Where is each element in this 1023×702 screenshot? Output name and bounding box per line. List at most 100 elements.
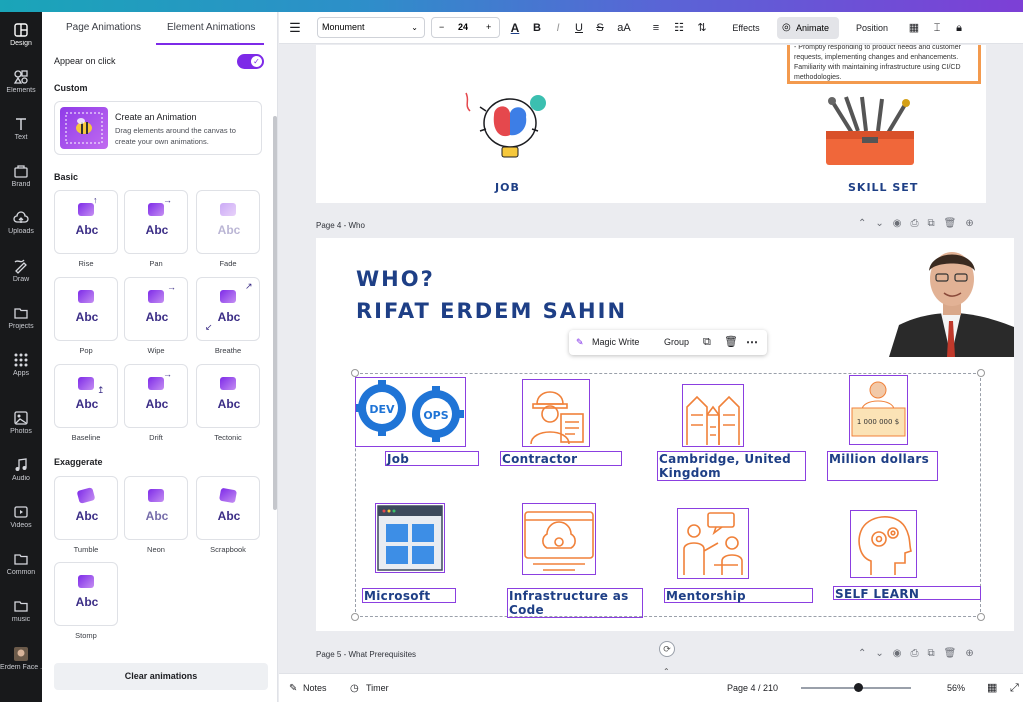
anim-pan[interactable]: → Abc <box>124 190 188 254</box>
check-cheque-icon: 1 000 000 $ <box>851 381 906 437</box>
refresh-icon[interactable]: ⟳ <box>659 641 675 657</box>
duplicate-icon[interactable]: ⧉ <box>703 330 711 355</box>
fullscreen-icon[interactable]: ⤢ <box>1010 674 1019 702</box>
trash-icon[interactable]: 🗑︎ <box>724 330 738 355</box>
rail-draw[interactable]: Draw <box>0 258 42 283</box>
paint-roller-icon[interactable]: ⌶ <box>930 18 944 38</box>
rail-design[interactable]: Design <box>0 22 42 47</box>
label-cambridge[interactable]: Cambridge, United Kingdom <box>657 451 806 481</box>
anim-wipe[interactable]: → Abc <box>124 277 188 341</box>
animate-button[interactable]: ◎ Animate <box>777 17 839 39</box>
rail-brand[interactable]: Brand <box>0 163 42 188</box>
devops-image[interactable]: DEV OPS <box>355 377 466 447</box>
rail-projects[interactable]: Projects <box>0 305 42 330</box>
rail-photos[interactable]: Photos <box>0 410 42 435</box>
cambridge-image[interactable] <box>682 384 744 447</box>
tab-page-animations[interactable]: Page Animations <box>66 22 141 33</box>
page-tools[interactable]: ⌃⌄◉⎙⧉🗑︎⊕ <box>858 218 983 229</box>
label-contractor[interactable]: Contractor <box>500 451 622 466</box>
mentorship-image[interactable] <box>677 508 749 579</box>
rail-apps[interactable]: Apps <box>0 352 42 377</box>
resize-handle[interactable] <box>351 613 359 621</box>
spacing-icon[interactable]: ⇅ <box>695 18 709 38</box>
underline-icon[interactable]: U <box>572 18 586 38</box>
rail-videos[interactable]: Videos <box>0 504 42 529</box>
align-left-icon[interactable]: ≡ <box>649 18 663 38</box>
more-icon[interactable]: ⋯ <box>746 330 758 355</box>
top-gradient-bar <box>0 0 1023 12</box>
effects-button[interactable]: Effects <box>728 18 764 38</box>
page-indicator[interactable]: Page 4 / 210 <box>727 674 778 702</box>
notes-button[interactable]: Notes <box>303 674 327 702</box>
anim-stomp[interactable]: Abc <box>54 562 118 626</box>
page-4-title[interactable]: Page 4 - Who <box>316 221 365 230</box>
microsoft-image[interactable] <box>375 503 445 573</box>
label-infrastructure-as-code[interactable]: Infrastructure as Code <box>507 588 643 618</box>
name-heading[interactable]: RIFAT ERDEM SAHIN <box>356 299 627 323</box>
font-size-stepper: − 24 + <box>431 17 500 38</box>
lock-icon[interactable]: 🔒︎ <box>952 18 966 38</box>
label-microsoft[interactable]: Microsoft <box>362 588 456 603</box>
create-animation-card[interactable]: Create an Animation Drag elements around… <box>54 101 262 155</box>
anim-rise[interactable]: ↑ Abc <box>54 190 118 254</box>
zoom-slider-handle[interactable] <box>854 683 863 692</box>
grid-view-icon[interactable]: ▦ <box>987 674 997 702</box>
resize-handle[interactable] <box>351 369 359 377</box>
group-button[interactable]: Group <box>664 330 689 355</box>
text-color-icon[interactable]: A <box>507 18 523 38</box>
element-context-menu: ✎ Magic Write Group ⧉ 🗑︎ ⋯ <box>569 330 767 355</box>
italic-icon[interactable]: I <box>551 18 565 38</box>
self-learn-image[interactable] <box>850 510 917 578</box>
font-size-value[interactable]: 24 <box>458 18 468 37</box>
who-heading[interactable]: WHO? <box>356 267 435 291</box>
panel-scrollbar[interactable] <box>273 116 277 510</box>
anim-pop[interactable]: Abc <box>54 277 118 341</box>
anim-drift[interactable]: → Abc <box>124 364 188 428</box>
anim-neon[interactable]: Abc <box>124 476 188 540</box>
bold-icon[interactable]: B <box>530 18 544 38</box>
list-icon[interactable]: ☷ <box>672 18 686 38</box>
magic-write-button[interactable]: Magic Write <box>592 330 639 355</box>
tab-element-animations[interactable]: Element Animations <box>167 22 255 33</box>
page-5-title[interactable]: Page 5 - What Prerequisites <box>316 650 416 659</box>
decrease-size-button[interactable]: − <box>439 18 444 37</box>
transparency-icon[interactable]: ▦ <box>907 18 921 38</box>
rail-common[interactable]: Common <box>0 551 42 576</box>
label-job[interactable]: Job <box>385 451 479 466</box>
page-3[interactable]: - Promptly responding to product needs a… <box>316 45 986 203</box>
letter-case-button[interactable]: aA <box>615 18 633 38</box>
page-tools[interactable]: ⌃⌄◉⎙⧉🗑︎⊕ <box>858 648 983 659</box>
rail-text[interactable]: Text <box>0 116 42 141</box>
anim-tectonic[interactable]: Abc <box>196 364 260 428</box>
label-self-learn[interactable]: SELF LEARN <box>833 586 981 601</box>
rail-audio[interactable]: Audio <box>0 457 42 482</box>
strikethrough-icon[interactable]: S <box>593 18 607 38</box>
rail-elements[interactable]: Elements <box>0 69 42 94</box>
clear-animations-button[interactable]: Clear animations <box>54 663 268 690</box>
menu-icon[interactable]: ☰ <box>287 18 303 38</box>
timer-button[interactable]: Timer <box>366 674 389 702</box>
iac-image[interactable] <box>522 503 596 575</box>
anim-label: Breathe <box>214 346 242 355</box>
rail-uploads[interactable]: Uploads <box>0 210 42 235</box>
resize-handle[interactable] <box>977 613 985 621</box>
appear-on-click-row: Appear on click ✓ <box>54 54 264 76</box>
anim-breathe[interactable]: ↗ ↙ Abc <box>196 277 260 341</box>
position-button[interactable]: Position <box>851 18 893 38</box>
rail-music[interactable]: music <box>0 598 42 623</box>
label-mentorship[interactable]: Mentorship <box>664 588 813 603</box>
anim-fade[interactable]: Abc <box>196 190 260 254</box>
font-family-select[interactable]: Monument ⌄ <box>317 17 425 38</box>
million-dollars-image[interactable]: 1 000 000 $ <box>849 375 908 445</box>
rail-erdem-face[interactable]: Erdem Face ... <box>0 646 42 671</box>
resize-handle[interactable] <box>977 369 985 377</box>
label-million-dollars[interactable]: Million dollars <box>827 451 938 481</box>
appear-on-click-toggle[interactable]: ✓ <box>237 54 264 69</box>
contractor-image[interactable] <box>522 379 590 447</box>
increase-size-button[interactable]: + <box>486 18 491 37</box>
page-4[interactable]: WHO? RIFAT ERDEM SAHIN ✎ Magic Write Gro… <box>316 238 1014 631</box>
zoom-level[interactable]: 56% <box>947 674 965 702</box>
anim-baseline[interactable]: ↥ Abc <box>54 364 118 428</box>
anim-tumble[interactable]: Abc <box>54 476 118 540</box>
anim-scrapbook[interactable]: Abc <box>196 476 260 540</box>
